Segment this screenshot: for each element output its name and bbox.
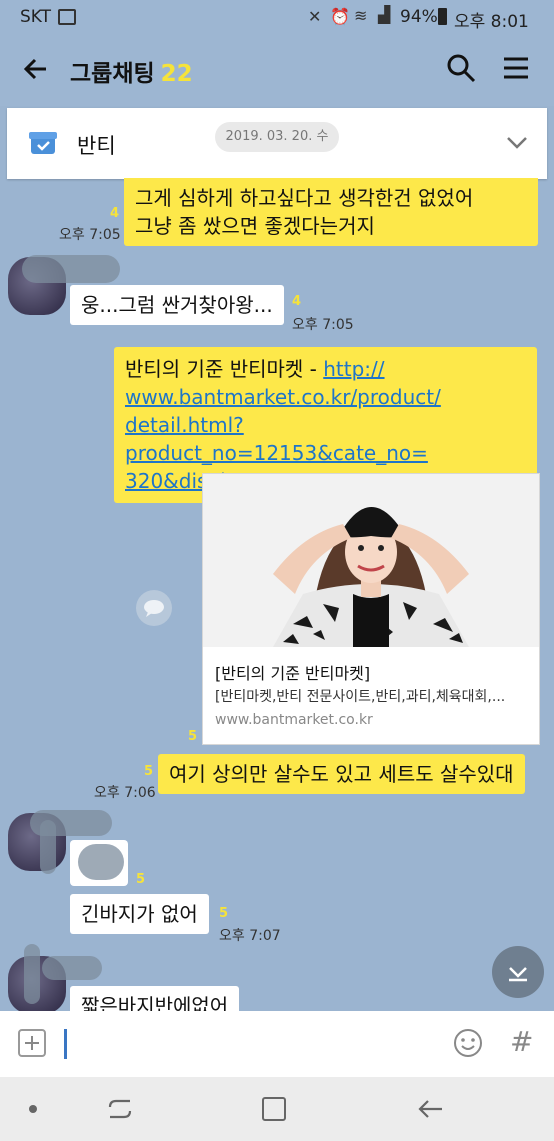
my-message-bubble[interactable]: 여기 상의만 살수도 있고 세트도 살수있대	[158, 754, 525, 794]
mute-icon: ✕	[308, 7, 322, 26]
message-time: 오후 7:05	[59, 227, 121, 243]
member-count: 22	[160, 61, 193, 87]
redaction-scribble	[42, 956, 102, 980]
redaction-scribble	[22, 255, 120, 283]
preview-image	[203, 474, 539, 647]
redaction-scribble	[40, 820, 56, 874]
system-nav-bar	[0, 1077, 554, 1141]
plus-icon[interactable]	[18, 1029, 46, 1057]
chat-title: 그룹채팅 22	[70, 54, 193, 88]
carrier-label: SKT	[20, 7, 52, 27]
preview-url: www.bantmarket.co.kr	[215, 712, 373, 728]
notice-text: 반티	[77, 134, 116, 158]
message-link-line[interactable]: detail.html?product_no=12153&cate_no=	[125, 411, 526, 467]
dot-icon[interactable]	[29, 1105, 37, 1113]
unread-count: 5	[136, 872, 146, 887]
search-icon[interactable]	[445, 52, 479, 86]
box-icon	[29, 130, 57, 156]
chevron-down-icon	[509, 967, 527, 982]
home-icon[interactable]	[262, 1097, 286, 1121]
message-time: 오후 7:05	[292, 317, 354, 333]
message-line: 그냥 좀 쌌으면 좋겠다는거지	[135, 214, 375, 238]
back-nav-icon[interactable]	[416, 1095, 444, 1123]
unread-count: 5	[219, 906, 229, 921]
message-text: 반티의 기준 반티마켓 -	[125, 357, 324, 381]
back-arrow-icon[interactable]	[22, 52, 52, 86]
message-time: 오후 7:07	[219, 928, 281, 944]
speech-bubble-icon	[144, 600, 164, 617]
scroll-to-bottom-button[interactable]	[492, 946, 544, 998]
battery-percent: 94%	[400, 7, 438, 27]
date-divider: 2019. 03. 20. 수	[215, 122, 339, 152]
redaction-scribble	[24, 944, 40, 1004]
status-bar: SKT ✕ ⏰ ≋ ▟ 94% 오후 8:01	[0, 0, 554, 34]
unread-count: 4	[110, 206, 120, 221]
unread-count: 4	[292, 294, 302, 309]
message-input-bar: #	[0, 1011, 554, 1077]
menu-icon[interactable]	[500, 52, 534, 86]
my-message-bubble[interactable]: 그게 심하게 하고싶다고 생각한건 없었어 그냥 좀 쌌으면 좋겠다는거지	[124, 178, 538, 246]
message-link[interactable]: http://	[323, 357, 384, 381]
link-preview-card[interactable]: [반티의 기준 반티마켓] [반티마켓,반티 전문사이트,반티,과티,체육대회,…	[202, 473, 540, 745]
preview-title: [반티의 기준 반티마켓]	[215, 664, 371, 683]
alarm-icon: ⏰	[330, 7, 350, 26]
emoticon-message[interactable]	[70, 840, 128, 886]
signal-icon: ▟	[378, 5, 391, 24]
recent-apps-icon[interactable]	[106, 1095, 134, 1123]
other-message-bubble[interactable]: 웅...그럼 싼거찾아왕...	[70, 285, 284, 325]
hashtag-icon[interactable]: #	[510, 1025, 533, 1058]
message-input[interactable]	[64, 1029, 67, 1059]
chat-header: 그룹채팅 22	[0, 34, 554, 106]
battery-icon	[438, 8, 447, 25]
clock: 오후 8:01	[454, 12, 529, 32]
chevron-down-icon[interactable]	[505, 132, 529, 152]
message-link-line[interactable]: www.bantmarket.co.kr/product/	[125, 383, 526, 411]
share-button[interactable]	[136, 590, 172, 626]
message-time: 오후 7:06	[94, 785, 156, 801]
preview-description: [반티마켓,반티 전문사이트,반티,과티,체육대회,...	[215, 689, 506, 705]
gallery-icon	[58, 9, 76, 25]
redaction-scribble	[78, 844, 124, 880]
message-line: 그게 심하게 하고싶다고 생각한건 없었어	[135, 186, 474, 210]
wifi-icon: ≋	[354, 6, 368, 25]
unread-count: 5	[188, 729, 198, 744]
emoji-icon[interactable]	[452, 1027, 484, 1059]
unread-count: 5	[144, 764, 154, 779]
chat-title-text: 그룹채팅	[70, 61, 155, 87]
other-message-bubble[interactable]: 긴바지가 없어	[70, 894, 209, 934]
